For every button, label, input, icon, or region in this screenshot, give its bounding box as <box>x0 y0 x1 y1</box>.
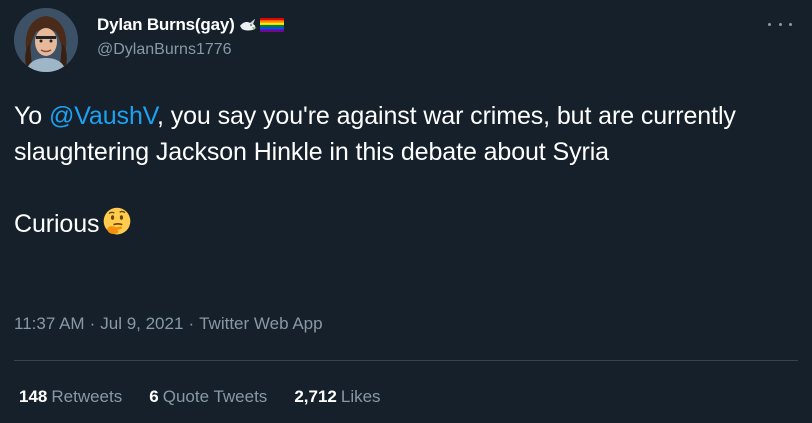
likes-label: Likes <box>340 387 381 406</box>
user-handle[interactable]: @DylanBurns1776 <box>97 41 284 59</box>
meta-separator: · <box>89 314 96 333</box>
rainbow-flag-icon <box>259 18 284 32</box>
name-row: Dylan Burns(gay) <box>97 14 284 36</box>
retweets-count: 148 <box>19 387 48 406</box>
more-dot-icon <box>768 22 771 26</box>
more-dot-icon <box>778 22 782 26</box>
tweet-source[interactable]: Twitter Web App <box>199 314 322 334</box>
divider <box>14 360 798 361</box>
quote-tweets-label: Quote Tweets <box>162 387 268 406</box>
likes-stat[interactable]: 2,712 Likes <box>294 387 380 407</box>
avatar-image <box>14 8 78 72</box>
thinking-face-icon <box>104 207 131 235</box>
more-dot-icon <box>789 22 792 26</box>
more-options-button[interactable] <box>768 16 792 32</box>
tweet-prefix: Yo <box>14 102 49 130</box>
dove-icon <box>239 19 257 31</box>
author-block: Dylan Burns(gay) @DylanBurns1776 <box>97 14 284 59</box>
retweets-stat[interactable]: 148 Retweets <box>19 387 122 407</box>
tweet-closing-line: Curious <box>14 206 799 242</box>
tweet-paragraph: Yo @VaushV, you say you're against war c… <box>14 98 799 170</box>
tweet-meta: 11:37 AM · Jul 9, 2021 · Twitter Web App <box>14 314 323 334</box>
tweet-stats: 148 Retweets 6 Quote Tweets 2,712 Likes <box>19 387 408 407</box>
likes-count: 2,712 <box>294 387 337 406</box>
mention-link[interactable]: @VaushV <box>49 102 157 130</box>
retweets-label: Retweets <box>51 387 123 406</box>
display-name[interactable]: Dylan Burns(gay) <box>97 15 235 35</box>
meta-separator: · <box>188 314 195 333</box>
quote-tweets-stat[interactable]: 6 Quote Tweets <box>149 387 267 407</box>
tweet-text: Yo @VaushV, you say you're against war c… <box>14 98 799 242</box>
avatar[interactable] <box>14 8 78 72</box>
tweet-card: Dylan Burns(gay) @DylanBurns1776 Yo @Vau… <box>0 0 812 423</box>
tweet-date[interactable]: Jul 9, 2021 <box>100 314 183 334</box>
quote-tweets-count: 6 <box>149 387 159 406</box>
tweet-closing: Curious <box>14 210 100 238</box>
tweet-time[interactable]: 11:37 AM <box>14 314 85 334</box>
